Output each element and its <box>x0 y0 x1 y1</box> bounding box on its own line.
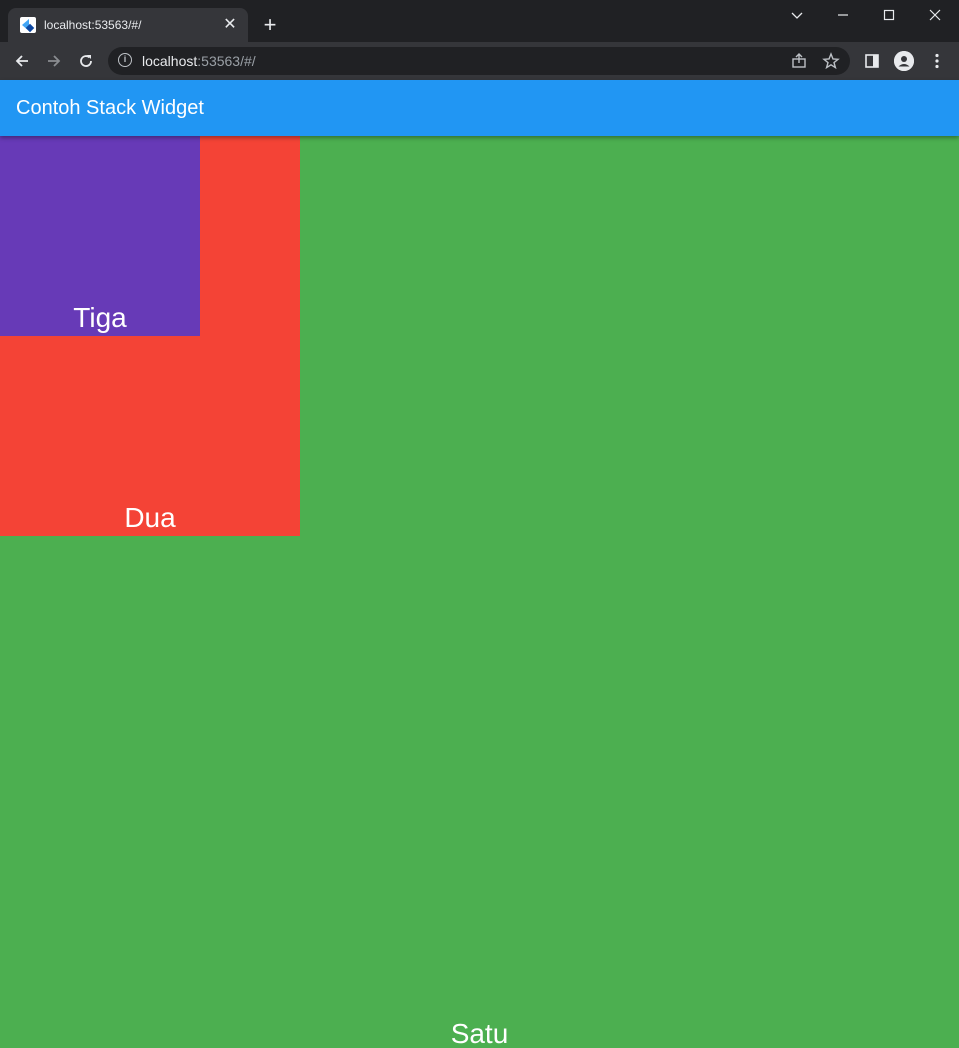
box-tiga: Tiga <box>0 136 200 336</box>
side-panel-icon[interactable] <box>862 51 882 71</box>
box-label-satu: Satu <box>450 1018 509 1048</box>
close-window-icon[interactable] <box>912 4 958 28</box>
flutter-favicon-icon <box>20 17 36 33</box>
info-icon[interactable]: i <box>118 53 132 67</box>
new-tab-button[interactable]: + <box>258 13 282 37</box>
box-label-tiga: Tiga <box>73 302 127 333</box>
tab-strip: localhost:53563/#/ ✕ + <box>0 0 959 42</box>
star-icon[interactable] <box>822 52 840 70</box>
share-icon[interactable] <box>790 52 808 70</box>
forward-icon[interactable] <box>40 47 68 75</box>
back-icon[interactable] <box>8 47 36 75</box>
app-bar: Contoh Stack Widget <box>0 80 959 136</box>
tab-search-icon[interactable] <box>774 4 820 28</box>
minimize-icon[interactable] <box>820 4 866 28</box>
address-bar[interactable]: i localhost:53563/#/ <box>108 47 850 75</box>
address-url: localhost:53563/#/ <box>142 53 256 69</box>
tab-title: localhost:53563/#/ <box>44 18 142 32</box>
profile-icon[interactable] <box>894 51 914 71</box>
browser-toolbar: i localhost:53563/#/ <box>0 42 959 80</box>
menu-icon[interactable] <box>927 51 947 71</box>
reload-icon[interactable] <box>72 47 100 75</box>
maximize-icon[interactable] <box>866 4 912 28</box>
app-title: Contoh Stack Widget <box>16 97 204 119</box>
tab-close-icon[interactable]: ✕ <box>220 15 240 35</box>
stack-widget: Satu Dua Tiga <box>0 136 959 1048</box>
browser-tab[interactable]: localhost:53563/#/ ✕ <box>8 8 248 42</box>
box-label-dua: Dua <box>124 502 176 533</box>
